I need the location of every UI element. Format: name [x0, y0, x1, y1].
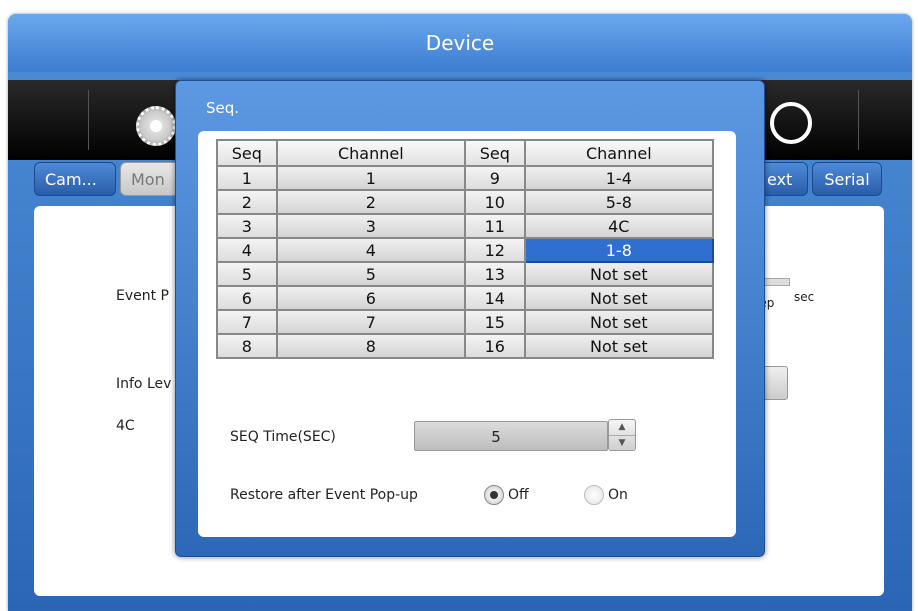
channel-cell[interactable]: Not set: [523, 261, 715, 287]
channel-cell[interactable]: Not set: [523, 309, 715, 335]
table-header-row: Seq Channel Seq Channel: [216, 139, 715, 167]
gear-icon[interactable]: [136, 106, 176, 146]
restore-on-radio[interactable]: [584, 485, 604, 505]
seq-time-label: SEQ Time(SEC): [230, 429, 336, 445]
column-header-channel: Channel: [523, 139, 715, 167]
channel-cell[interactable]: 6: [275, 285, 466, 311]
event-popup-label: Event P: [116, 288, 169, 304]
info-level-label: Info Lev: [116, 376, 172, 392]
seq-number: 5: [216, 261, 278, 287]
restore-on-label[interactable]: On: [608, 487, 628, 503]
seq-number: 1: [216, 165, 278, 191]
table-row: 1 1 9 1-4: [216, 165, 715, 191]
restore-off-label[interactable]: Off: [508, 487, 529, 503]
window-title: Device: [8, 14, 912, 72]
seq-number: 11: [463, 213, 526, 239]
seq-number: 13: [463, 261, 526, 287]
seq-number: 9: [463, 165, 526, 191]
network-icon[interactable]: [770, 102, 812, 144]
seq-number: 16: [463, 333, 526, 359]
dialog-body: Seq Channel Seq Channel 1 1 9 1-4 2 2 10: [198, 131, 736, 537]
toolbar-separator: [88, 90, 89, 150]
sec-label: sec: [794, 290, 815, 304]
table-row: 4 4 12 1-8: [216, 237, 715, 263]
channel-cell[interactable]: Not set: [523, 333, 715, 359]
spin-down-icon[interactable]: ▼: [609, 436, 635, 451]
seq-number: 2: [216, 189, 278, 215]
channel-cell[interactable]: 3: [275, 213, 466, 239]
seq-number: 8: [216, 333, 278, 359]
seq-number: 6: [216, 285, 278, 311]
seq-table: Seq Channel Seq Channel 1 1 9 1-4 2 2 10: [216, 139, 715, 359]
toolbar-separator: [858, 90, 859, 150]
seq-dialog: Seq. Seq Channel Seq Channel 1 1 9 1-4 2…: [175, 80, 765, 557]
restore-off-radio[interactable]: [484, 485, 504, 505]
column-header-seq: Seq: [463, 139, 526, 167]
channel-cell[interactable]: 1-4: [523, 165, 715, 191]
channel-cell[interactable]: 8: [275, 333, 466, 359]
seq-number: 14: [463, 285, 526, 311]
seq-number: 3: [216, 213, 278, 239]
table-row: 7 7 15 Not set: [216, 309, 715, 335]
table-row: 3 3 11 4C: [216, 213, 715, 239]
tab-camera[interactable]: Cam...: [34, 162, 116, 196]
channel-cell[interactable]: 2: [275, 189, 466, 215]
spin-up-icon[interactable]: ▲: [609, 420, 635, 436]
channel-cell[interactable]: 7: [275, 309, 466, 335]
table-row: 8 8 16 Not set: [216, 333, 715, 359]
column-header-seq: Seq: [216, 139, 278, 167]
restore-label: Restore after Event Pop-up: [230, 487, 418, 503]
seq-number: 15: [463, 309, 526, 335]
column-header-channel: Channel: [275, 139, 466, 167]
channel-cell[interactable]: 5-8: [523, 189, 715, 215]
tab-monitor[interactable]: Mon: [120, 162, 180, 196]
seq-number: 12: [463, 237, 526, 263]
channel-cell[interactable]: 5: [275, 261, 466, 287]
mode-label: 4C: [116, 418, 135, 434]
table-row: 5 5 13 Not set: [216, 261, 715, 287]
channel-cell[interactable]: 1: [275, 165, 466, 191]
table-row: 6 6 14 Not set: [216, 285, 715, 311]
seq-time-field[interactable]: 5: [414, 421, 608, 451]
tab-serial[interactable]: Serial: [812, 162, 882, 196]
channel-cell-selected[interactable]: 1-8: [523, 237, 715, 263]
channel-cell[interactable]: 4C: [523, 213, 715, 239]
seq-number: 10: [463, 189, 526, 215]
channel-cell[interactable]: 4: [275, 237, 466, 263]
seq-time-spinner[interactable]: ▲ ▼: [608, 419, 636, 451]
channel-cell[interactable]: Not set: [523, 285, 715, 311]
seq-number: 4: [216, 237, 278, 263]
seq-number: 7: [216, 309, 278, 335]
table-row: 2 2 10 5-8: [216, 189, 715, 215]
dialog-title: Seq.: [206, 99, 240, 117]
